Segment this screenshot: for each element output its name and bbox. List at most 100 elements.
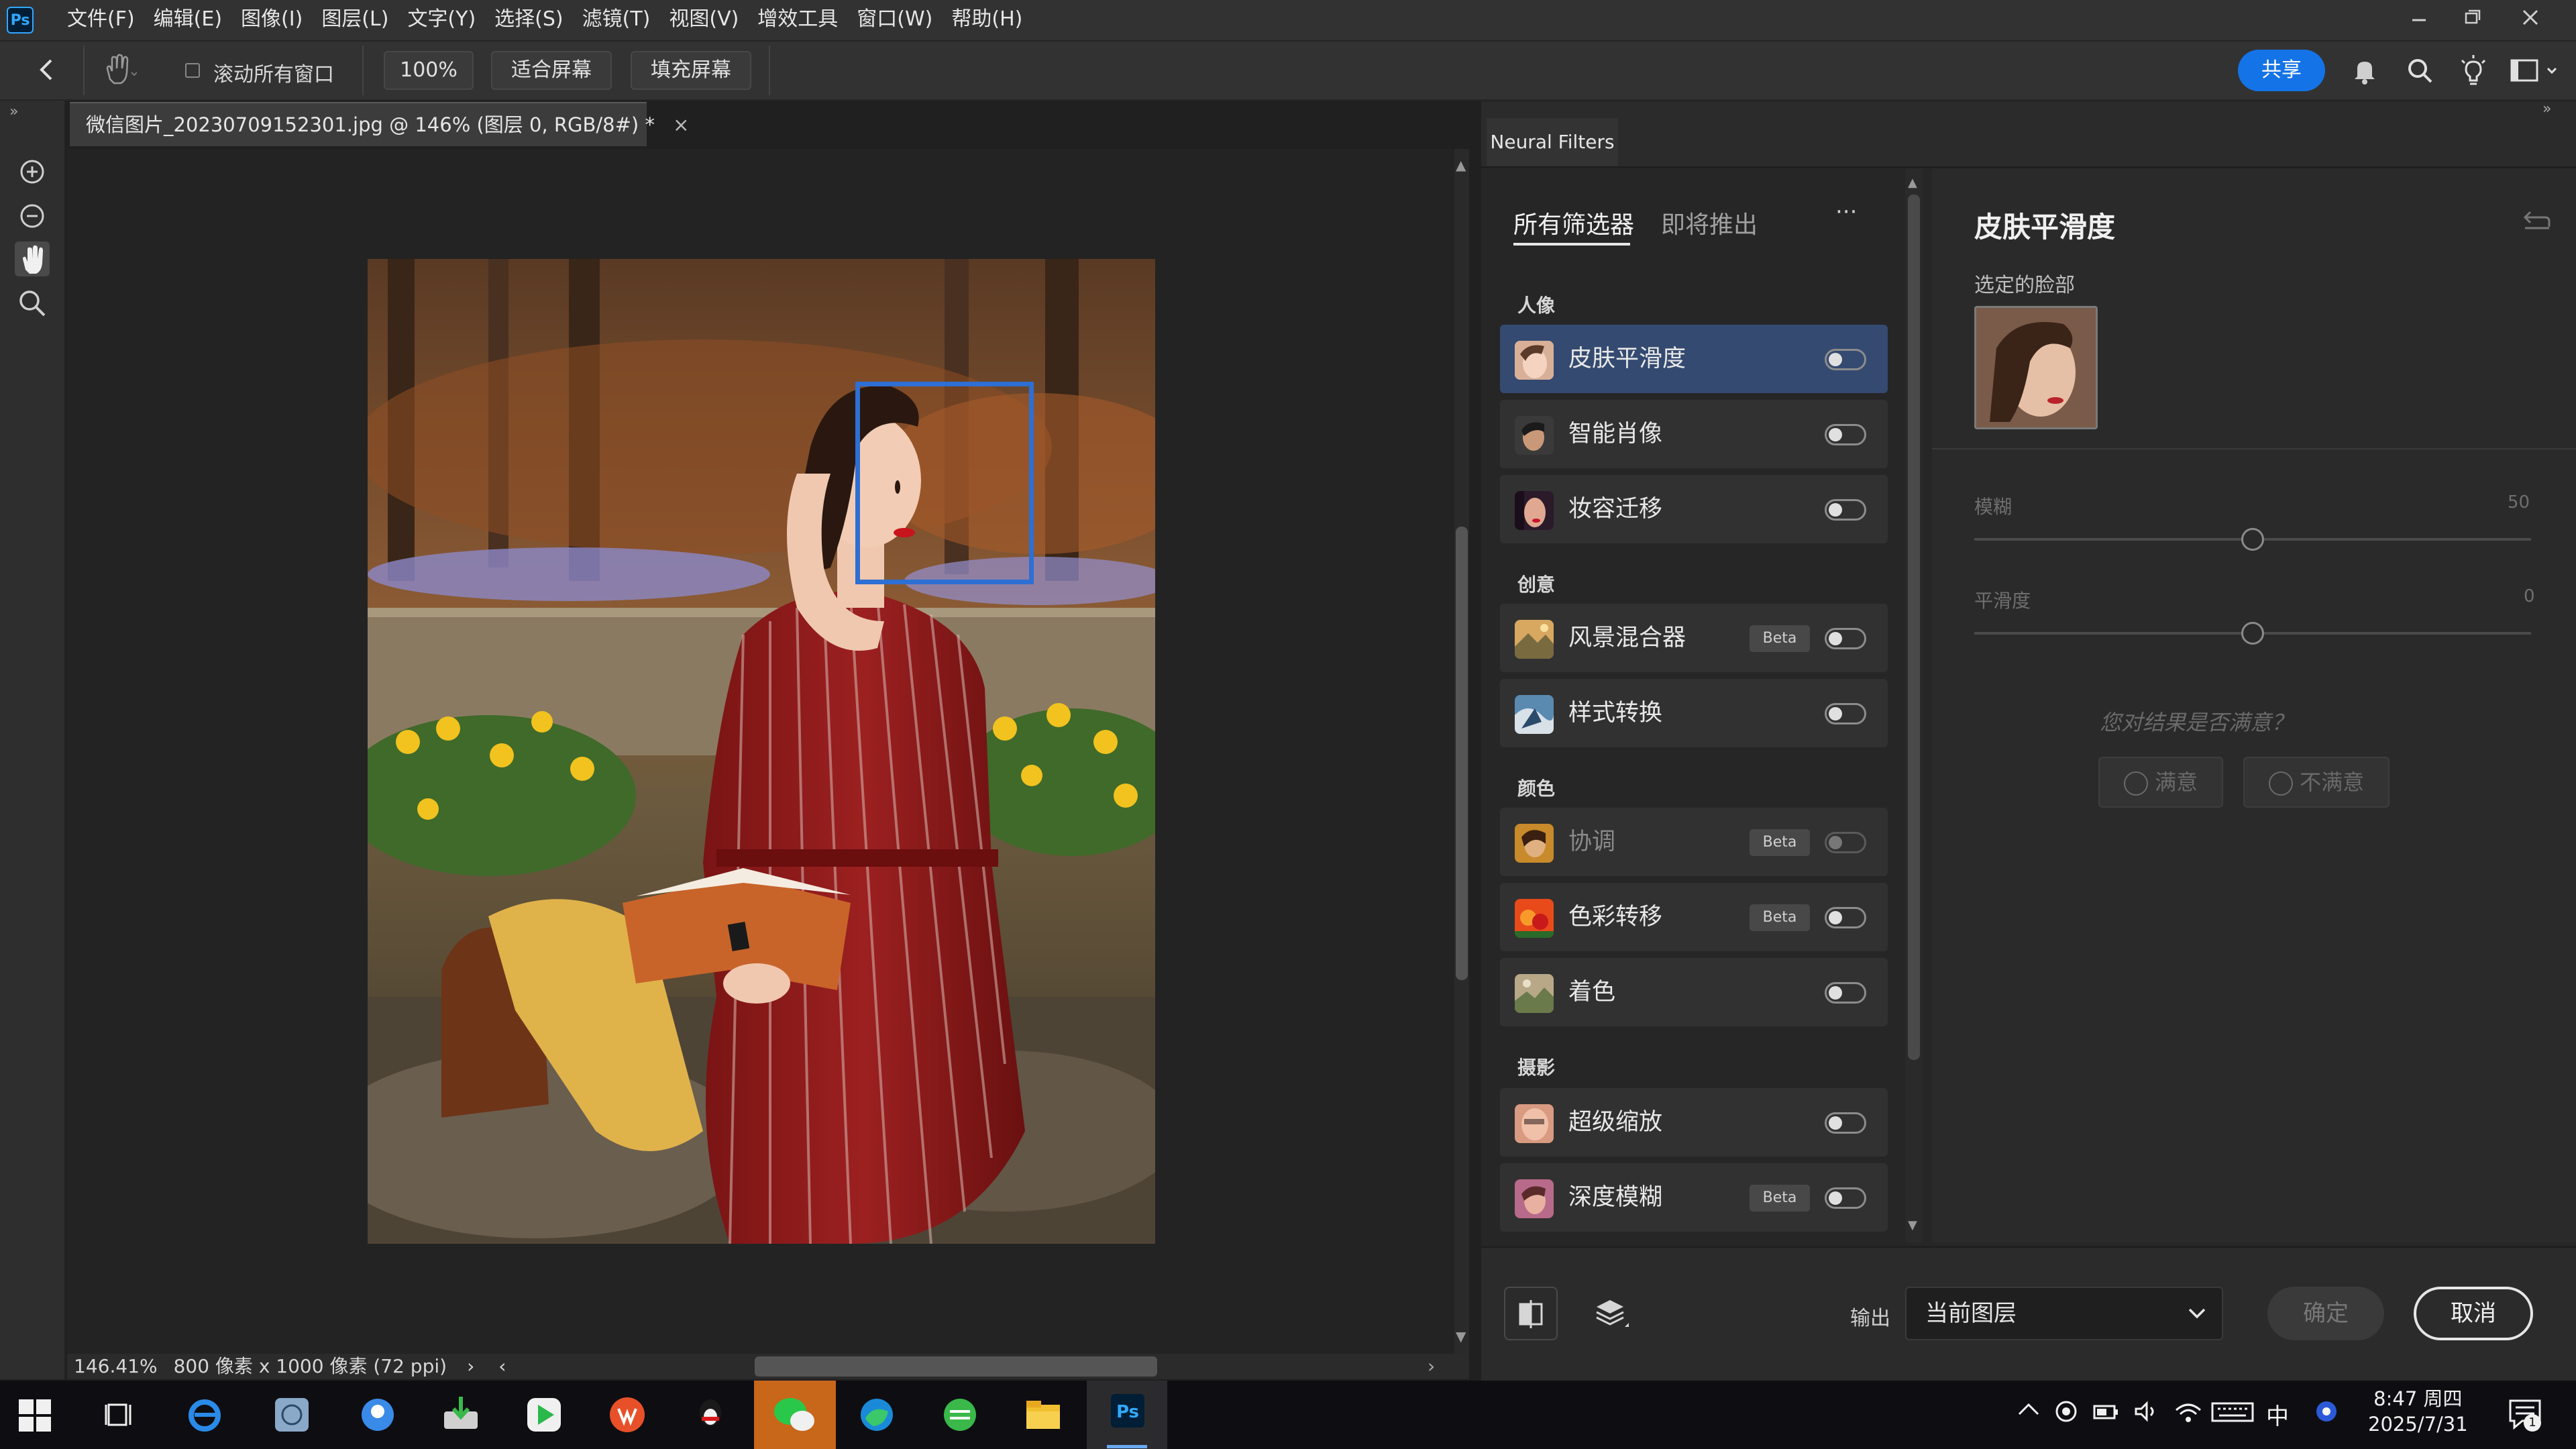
app-icon-bird[interactable] (354, 1391, 401, 1438)
menu-window[interactable]: 窗口(W) (847, 0, 942, 39)
restore-icon[interactable] (2446, 0, 2500, 38)
qq-icon[interactable] (687, 1391, 734, 1438)
volume-icon[interactable] (2132, 1398, 2161, 1425)
expand-panel-icon[interactable]: » (9, 103, 18, 120)
filter-toggle[interactable] (1825, 349, 1866, 370)
wechat-taskbar-button[interactable] (754, 1381, 836, 1449)
filter-toggle[interactable] (1825, 499, 1866, 521)
filter-list-scroll-thumb[interactable] (1908, 195, 1920, 1060)
blur-slider-knob[interactable] (2241, 528, 2264, 551)
download-manager-icon[interactable] (437, 1391, 484, 1438)
back-icon[interactable] (32, 55, 62, 85)
filter-row-style-transfer[interactable]: 样式转换 (1500, 679, 1888, 747)
keyboard-icon[interactable] (2211, 1398, 2254, 1425)
photoshop-taskbar-button[interactable]: Ps (1087, 1381, 1167, 1449)
layers-preview-icon[interactable] (1583, 1287, 1637, 1340)
filter-row-depth-blur[interactable]: 深度模糊 Beta (1500, 1163, 1888, 1232)
filter-toggle[interactable] (1825, 907, 1866, 928)
ime-indicator[interactable]: 中 (2266, 1398, 2289, 1431)
filter-row-smart-portrait[interactable]: 智能肖像 (1500, 400, 1888, 468)
reset-icon[interactable] (2520, 208, 2552, 235)
filter-toggle[interactable] (1825, 424, 1866, 445)
hand-tool-icon[interactable] (15, 241, 50, 276)
filter-toggle[interactable] (1825, 1112, 1866, 1134)
edge-browser-icon[interactable] (853, 1391, 900, 1438)
filter-row-super-zoom[interactable]: 超级缩放 (1500, 1088, 1888, 1157)
tab-all-filters[interactable]: 所有筛选器 (1513, 205, 1634, 240)
app-icon-green-globe[interactable] (936, 1391, 983, 1438)
filter-toggle[interactable] (1825, 628, 1866, 649)
zoom-tool-icon[interactable] (15, 286, 50, 321)
app-icon-blue-square[interactable] (268, 1391, 315, 1438)
zoom-in-icon[interactable] (15, 154, 50, 189)
task-view-icon[interactable] (97, 1391, 144, 1438)
scroll-right-icon[interactable]: › (1428, 1355, 1435, 1377)
ie-browser-icon[interactable] (181, 1391, 228, 1438)
scroll-left-icon[interactable]: ‹ (498, 1354, 506, 1379)
output-select[interactable]: 当前图层 (1905, 1287, 2223, 1340)
filter-row-skin-smoothing[interactable]: 皮肤平滑度 (1500, 325, 1888, 393)
filter-toggle[interactable] (1825, 1187, 1866, 1209)
smoothness-slider-knob[interactable] (2241, 622, 2264, 645)
unsatisfied-button[interactable]: 不满意 (2243, 757, 2390, 808)
scroll-all-checkbox[interactable] (185, 63, 200, 78)
menu-view[interactable]: 视图(V) (659, 0, 748, 39)
selected-face-thumbnail[interactable] (1974, 306, 2098, 429)
fill-screen-button[interactable]: 填充屏幕 (631, 51, 751, 90)
collapse-panel-icon[interactable]: » (2542, 101, 2551, 117)
cancel-button[interactable]: 取消 (2414, 1287, 2533, 1340)
list-scroll-down-icon[interactable]: ▼ (1908, 1218, 1917, 1232)
menu-file[interactable]: 文件(F) (58, 0, 144, 39)
tray-overflow-icon[interactable] (2015, 1397, 2042, 1424)
menu-type[interactable]: 文字(Y) (398, 0, 485, 39)
menu-select[interactable]: 选择(S) (485, 0, 572, 39)
fit-screen-button[interactable]: 适合屏幕 (491, 51, 612, 90)
status-arrow-icon[interactable]: › (467, 1354, 474, 1379)
input-method-app-icon[interactable] (2312, 1398, 2341, 1425)
zoom-out-icon[interactable] (15, 199, 50, 233)
close-tab-icon[interactable]: × (673, 113, 689, 136)
menu-filter[interactable]: 滤镜(T) (573, 0, 660, 39)
document-info[interactable]: 800 像素 x 1000 像素 (72 ppi) (174, 1354, 447, 1379)
menu-image[interactable]: 图像(I) (231, 0, 312, 39)
minimize-icon[interactable] (2392, 0, 2446, 38)
tray-record-icon[interactable] (2053, 1398, 2080, 1425)
battery-icon[interactable] (2092, 1398, 2121, 1425)
menu-help[interactable]: 帮助(H) (942, 0, 1032, 39)
share-button[interactable]: 共享 (2238, 50, 2325, 91)
tab-coming-soon[interactable]: 即将推出 (1661, 205, 1758, 240)
wps-office-icon[interactable] (604, 1391, 651, 1438)
filter-row-harmonization[interactable]: 协调 Beta (1500, 808, 1888, 876)
menu-layer[interactable]: 图层(L) (312, 0, 398, 39)
file-explorer-icon[interactable] (1020, 1391, 1067, 1438)
wifi-icon[interactable] (2174, 1398, 2203, 1425)
close-window-icon[interactable] (2504, 0, 2557, 38)
zoom-percentage[interactable]: 146.41% (74, 1354, 158, 1379)
menu-plugins[interactable]: 增效工具 (748, 0, 847, 39)
system-clock[interactable]: 8:47 周四 2025/7/31 (2368, 1386, 2468, 1437)
vertical-scroll-thumb[interactable] (1456, 527, 1468, 980)
filter-toggle[interactable] (1825, 832, 1866, 853)
filter-row-makeup-transfer[interactable]: 妆容迁移 (1500, 475, 1888, 543)
neural-filters-tab[interactable]: Neural Filters (1487, 118, 1618, 166)
filter-toggle[interactable] (1825, 703, 1866, 724)
document-image[interactable] (368, 259, 1155, 1244)
more-options-icon[interactable]: ··· (1835, 199, 1857, 225)
filter-row-colorize[interactable]: 着色 (1500, 958, 1888, 1026)
filter-toggle[interactable] (1825, 982, 1866, 1004)
compare-view-button[interactable] (1504, 1287, 1558, 1340)
hand-tool-icon[interactable] (99, 52, 137, 87)
horizontal-scroll-thumb[interactable] (755, 1356, 1157, 1377)
document-tab[interactable]: 微信图片_20230709152301.jpg @ 146% (图层 0, RG… (70, 102, 689, 146)
lightbulb-icon[interactable] (2458, 54, 2489, 87)
ok-button[interactable]: 确定 (2267, 1287, 2384, 1340)
bell-icon[interactable] (2349, 55, 2380, 86)
video-player-icon[interactable] (521, 1391, 568, 1438)
scroll-up-icon[interactable]: ▲ (1456, 157, 1466, 173)
filter-row-landscape-mixer[interactable]: 风景混合器 Beta (1500, 604, 1888, 672)
workspace-icon[interactable] (2510, 56, 2564, 86)
menu-edit[interactable]: 编辑(E) (144, 0, 231, 39)
filter-row-color-transfer[interactable]: 色彩转移 Beta (1500, 883, 1888, 951)
windows-start-icon[interactable] (17, 1398, 52, 1433)
list-scroll-up-icon[interactable]: ▲ (1908, 176, 1917, 190)
